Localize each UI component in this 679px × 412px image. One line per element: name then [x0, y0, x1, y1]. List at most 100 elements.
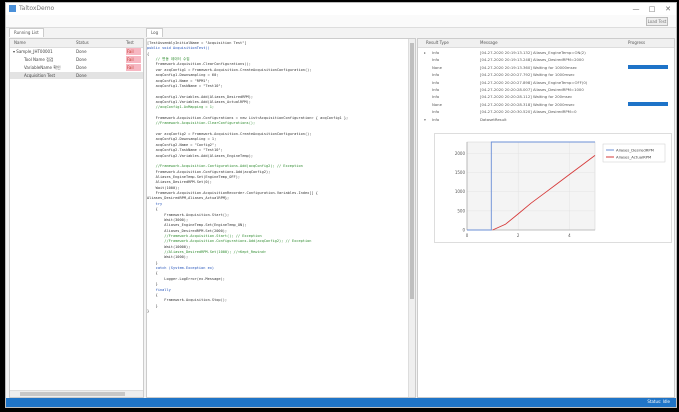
code-line: Framework.Acquisition.AcquisitionRecorde… [155, 191, 318, 196]
result-message: [04-27-2020 20:19:13.360] Waiting for 10… [480, 64, 578, 70]
result-row[interactable]: None [04-27-2020 20:19:13.360] Waiting fo… [418, 64, 674, 70]
code-line: } [155, 260, 158, 265]
result-row[interactable]: Info [04-27-2020 20:20:28.007] Aliases_De… [418, 86, 674, 92]
row-name: ▾ Sample_JHT00001 [13, 49, 53, 54]
center-tabbar: Log [146, 28, 164, 38]
code-line: { [147, 51, 150, 56]
code-text: [TestAssemblyInitialName = "Acquisition … [147, 41, 348, 314]
vertical-scrollbar[interactable] [408, 39, 415, 397]
code-line: //Framework.Acquisition.Configurations.A… [164, 239, 312, 244]
result-row[interactable]: Info [04-27-2020 20:20:30.520] Aliases_De… [418, 108, 674, 114]
column-header-message[interactable]: Message [480, 40, 498, 45]
code-line: //Aliases_DesiredRPM.Set(1000); //<Kept_… [164, 250, 266, 255]
code-line: //Framework.Acquisition.Configurations.A… [155, 164, 303, 169]
result-row[interactable]: Info [04-27-2020 20:19:13.248] Aliases_De… [418, 56, 674, 62]
code-line: Aliases_EngineTemp.Set(EngineTemp_ON); [164, 223, 247, 228]
code-line: Wait(1000); [155, 185, 180, 190]
fail-badge: Fail [126, 48, 141, 55]
result-type: Info [432, 50, 440, 55]
result-message: [04-27-2020 20:19:13.248] Aliases_Desire… [480, 57, 584, 63]
result-message: [04-27-2020 20:20:27.792] Waiting for 10… [480, 72, 575, 78]
x-tick-label: 4 [568, 233, 571, 238]
result-type: Info [432, 109, 440, 115]
result-row[interactable]: ▸ Info [04-27-2020 20:19:13.132] Aliases_E… [418, 49, 674, 55]
tree-row[interactable]: Tool Name 점검 Done Fail [10, 56, 143, 63]
code-line: //Framework.Acquisition.ClearConfigurati… [155, 121, 256, 126]
column-header-result-type[interactable]: Result Type [426, 40, 449, 45]
x-tick-label: 2 [517, 233, 520, 238]
code-line: catch (System.Exception ex) [155, 266, 215, 271]
row-name: VariableName 확인 [24, 65, 61, 70]
plot-area [466, 141, 596, 231]
status-text: Status: Idle [647, 399, 670, 404]
progress-bar [628, 64, 668, 69]
result-message: [04-27-2020 20:20:28.112] Waiting for 20… [480, 94, 573, 100]
result-row[interactable]: Info [04-27-2020 20:20:27.792] Waiting fo… [418, 71, 674, 77]
horizontal-scrollbar[interactable] [10, 390, 143, 397]
expand-toggle-icon[interactable]: ▸ [424, 50, 426, 55]
code-line: // 변동 데이터 수집 [155, 57, 190, 62]
column-header-name[interactable]: Name [14, 40, 26, 45]
code-line: acqConfig2.Name = "Config2"; [155, 142, 217, 147]
code-line: Framework.Acquisition.Configurations.Add… [155, 169, 271, 174]
result-row[interactable]: Info [04-27-2020 20:20:27.898] Aliases_En… [418, 79, 674, 85]
code-line: acqConfig1.Variables.Add(Aliases_Desired… [155, 94, 254, 99]
column-header-test[interactable]: Test [126, 40, 134, 45]
load-test-button[interactable]: Load Test [646, 17, 668, 26]
maximize-button[interactable]: □ [644, 3, 660, 15]
code-editor[interactable]: [TestAssemblyInitialName = "Acquisition … [146, 38, 416, 398]
fail-badge: Fail [126, 56, 141, 63]
window-title: TaltoxDemo [19, 5, 55, 12]
minimize-button[interactable]: — [628, 3, 644, 15]
result-row[interactable]: None [04-27-2020 20:20:28.318] Waiting fo… [418, 101, 674, 107]
code-line: acqConfig2.Downsampling = 1; [155, 137, 217, 142]
code-line: acqConfig1.TaskName = "Test10"; [155, 83, 223, 88]
code-line: acqConfig2.Variables.Add(Aliases_EngineT… [155, 153, 254, 158]
tab-log[interactable]: Log [146, 28, 164, 37]
column-header-status[interactable]: Status [76, 40, 89, 45]
y-tick-label: 0 [462, 228, 465, 233]
app-window: TaltoxDemo — □ ✕ Load Test Running List … [5, 2, 677, 408]
result-type: None [432, 101, 442, 107]
left-tabbar: Running List [9, 28, 44, 38]
result-type: Info [432, 72, 440, 78]
code-line: Wait(1000); [164, 255, 189, 260]
code-line: //acqConfig1.AvMapping = 1; [155, 105, 215, 110]
code-line: Aliases_DesiredRPM.Set(0); [155, 180, 212, 185]
running-list-panel: Name Status Test ▾ Sample_JHT00001 Done … [9, 38, 144, 398]
expand-toggle-icon[interactable]: ▾ [424, 117, 426, 122]
result-type: Info [432, 87, 440, 92]
scrollbar-thumb[interactable] [410, 43, 414, 299]
tree-row[interactable]: ▾ Sample_JHT00001 Done Fail [10, 48, 143, 55]
code-line: } [155, 282, 158, 287]
code-line: [TestAssemblyInitialName = "Acquisition … [147, 41, 247, 45]
chart-grid [466, 141, 596, 231]
code-line: Framework.Acquisition.Configurations = n… [155, 116, 349, 121]
legend-label: Aliases_ActualRPM [616, 155, 651, 160]
code-line: Aliases_EngineTemp.Set(EngineTemp_OFF); [155, 174, 241, 179]
scrollbar-thumb[interactable] [20, 392, 125, 396]
row-status: Done [76, 57, 87, 62]
chart-svg: 0 2 40500100015002000 Aliases_DesiredRPMAl… [455, 141, 666, 238]
row-status: Done [76, 65, 87, 70]
result-message: [04-27-2020 20:19:13.132] Aliases_Engine… [480, 50, 586, 55]
result-row[interactable]: Info [04-27-2020 20:20:28.112] Waiting fo… [418, 93, 674, 99]
result-type: Info [432, 116, 440, 122]
result-type: None [432, 64, 442, 70]
code-line: } [147, 308, 150, 313]
x-tick-label: 0 [466, 233, 469, 238]
tab-running-list[interactable]: Running List [9, 28, 44, 37]
code-line: Aliases_DesiredRPM.Set(2000); [164, 228, 228, 233]
y-tick-label: 2000 [455, 151, 466, 156]
code-line: acqConfig1.Name = "RPM1"; [155, 78, 210, 83]
column-header-progress[interactable]: Progress [628, 40, 645, 45]
code-line: acqConfig2.TaskName = "Test10"; [155, 148, 223, 153]
row-status: Done [76, 49, 87, 54]
fail-badge: Fail [126, 64, 141, 71]
result-message: [04-27-2020 20:20:28.318] Waiting for 20… [480, 101, 575, 107]
tree-row-selected[interactable]: Acquisition Test Done [10, 72, 143, 79]
result-row[interactable]: ▾ Info DatasetResult [418, 116, 674, 122]
app-icon [9, 5, 16, 12]
close-button[interactable]: ✕ [660, 3, 676, 15]
tree-row[interactable]: VariableName 확인 Done Fail [10, 64, 143, 71]
